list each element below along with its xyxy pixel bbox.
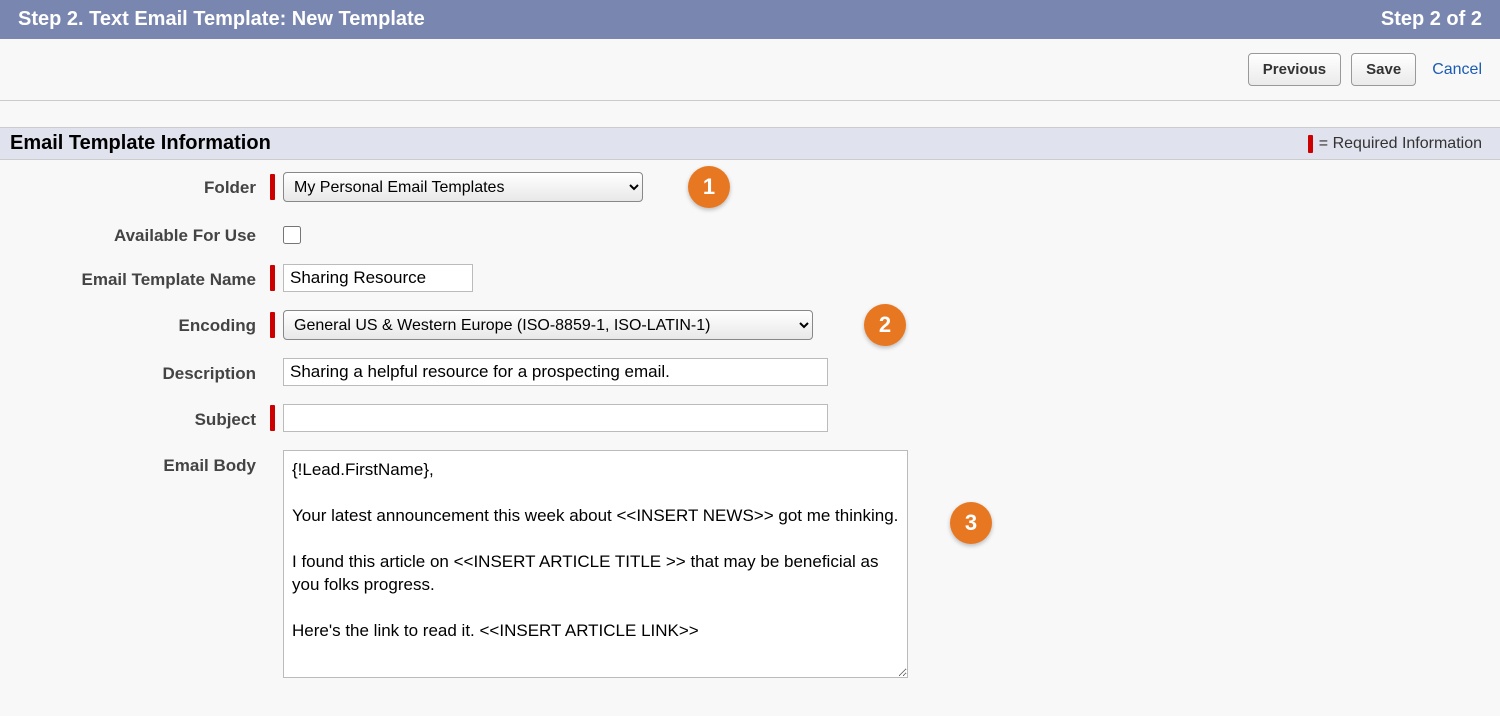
section-title: Email Template Information: [10, 132, 271, 155]
required-legend-text: = Required Information: [1319, 135, 1482, 153]
wizard-step-indicator: Step 2 of 2: [1381, 8, 1482, 31]
label-subject: Subject: [0, 404, 270, 430]
row-template-name: Email Template Name: [0, 264, 1500, 292]
description-input[interactable]: [283, 358, 828, 386]
label-folder: Folder: [0, 172, 270, 198]
label-template-name: Email Template Name: [0, 264, 270, 290]
label-encoding: Encoding: [0, 310, 270, 336]
callout-badge-1: 1: [688, 166, 730, 208]
encoding-select[interactable]: General US & Western Europe (ISO-8859-1,…: [283, 310, 813, 340]
row-folder: Folder My Personal Email Templates 1: [0, 172, 1500, 202]
wizard-header: Step 2. Text Email Template: New Templat…: [0, 0, 1500, 39]
label-description: Description: [0, 358, 270, 384]
required-indicator-icon: [270, 174, 275, 200]
row-body: Email Body 3: [0, 450, 1500, 678]
email-body-textarea[interactable]: [283, 450, 908, 678]
save-button[interactable]: Save: [1351, 53, 1416, 86]
callout-badge-3: 3: [950, 502, 992, 544]
template-name-input[interactable]: [283, 264, 473, 292]
required-legend: = Required Information: [1308, 135, 1482, 153]
cancel-link[interactable]: Cancel: [1432, 61, 1482, 79]
wizard-title: Step 2. Text Email Template: New Templat…: [18, 8, 425, 31]
required-indicator-icon: [270, 265, 275, 291]
callout-badge-2: 2: [864, 304, 906, 346]
previous-button[interactable]: Previous: [1248, 53, 1341, 86]
subject-input[interactable]: [283, 404, 828, 432]
form-area: Folder My Personal Email Templates 1 Ava…: [0, 160, 1500, 716]
required-indicator-icon: [1308, 135, 1313, 153]
row-description: Description: [0, 358, 1500, 386]
available-checkbox[interactable]: [283, 226, 301, 244]
required-indicator-icon: [270, 312, 275, 338]
action-bar: Previous Save Cancel: [0, 39, 1500, 101]
label-available: Available For Use: [0, 220, 270, 246]
folder-select[interactable]: My Personal Email Templates: [283, 172, 643, 202]
row-encoding: Encoding General US & Western Europe (IS…: [0, 310, 1500, 340]
row-subject: Subject: [0, 404, 1500, 432]
label-body: Email Body: [0, 450, 270, 476]
row-available: Available For Use: [0, 220, 1500, 246]
section-header: Email Template Information = Required In…: [0, 127, 1500, 160]
required-indicator-icon: [270, 405, 275, 431]
